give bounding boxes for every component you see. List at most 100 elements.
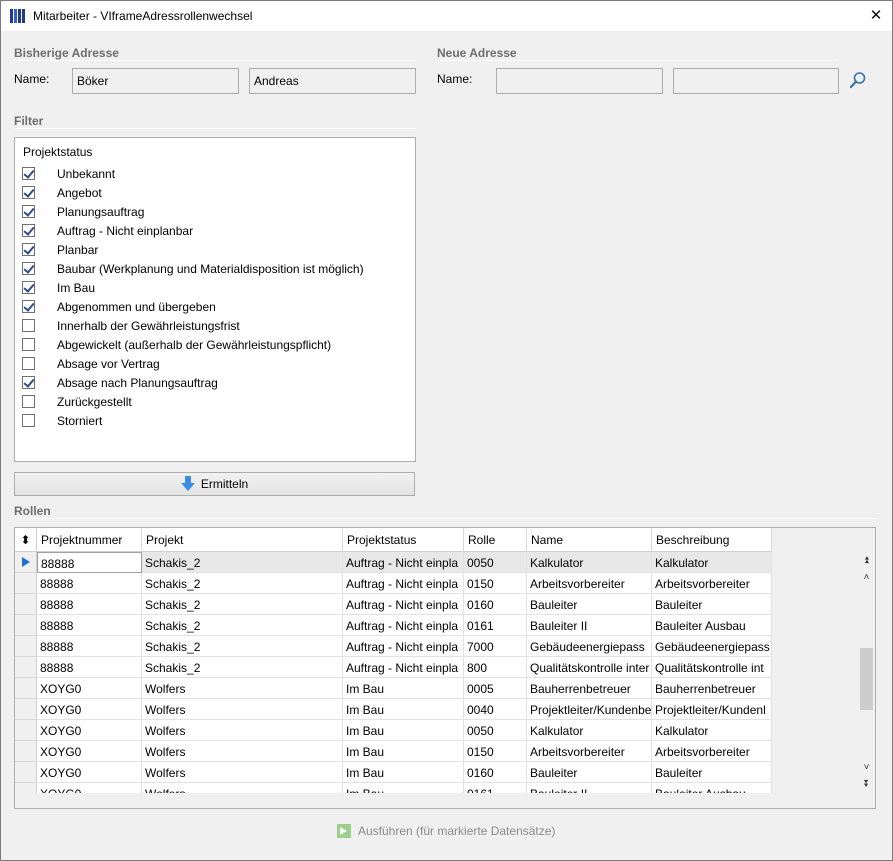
col-projektstatus-cell[interactable]: Im Bau <box>343 762 464 783</box>
col-projektstatus-cell[interactable]: Auftrag - Nicht einpla <box>343 657 464 678</box>
col-name-cell[interactable]: Bauleiter <box>527 594 652 615</box>
row-header[interactable] <box>15 741 37 762</box>
vertical-scrollbar[interactable]: ⏫︎ ˄ ˅ ⏬︎ <box>858 552 875 793</box>
projektstatus-item[interactable]: Baubar (Werkplanung und Materialdisposit… <box>22 259 364 278</box>
scrollbar-thumb[interactable] <box>860 648 873 710</box>
col-rolle-cell[interactable]: 0160 <box>464 762 527 783</box>
col-beschreibung-cell[interactable]: Bauleiter Ausbau <box>652 783 772 793</box>
row-header[interactable] <box>15 699 37 720</box>
col-projektnummer-cell[interactable]: XOYG0 <box>37 699 142 720</box>
col-projekt-cell[interactable]: Schakis_2 <box>142 573 343 594</box>
projektstatus-item[interactable]: Absage nach Planungsauftrag <box>22 373 218 392</box>
projektstatus-item[interactable]: Planbar <box>22 240 98 259</box>
col-rolle-cell[interactable]: 0040 <box>464 699 527 720</box>
scroll-top-icon[interactable]: ⏫︎ <box>858 552 875 569</box>
projektstatus-checkbox[interactable] <box>22 205 35 218</box>
projektstatus-item[interactable]: Angebot <box>22 183 102 202</box>
table-row[interactable]: XOYG0 Wolfers Im Bau 0040 Projektleiter/Kund… <box>15 699 772 720</box>
col-projektstatus-header[interactable]: Projektstatus <box>343 528 464 552</box>
col-projektnummer-cell[interactable]: 88888 <box>37 636 142 657</box>
row-header[interactable] <box>15 657 37 678</box>
col-projekt-cell[interactable]: Schakis_2 <box>142 636 343 657</box>
col-beschreibung-cell[interactable]: Arbeitsvorbereiter <box>652 741 772 762</box>
col-name-cell[interactable]: Gebäudeenergiepass <box>527 636 652 657</box>
projektstatus-checkbox[interactable] <box>22 262 35 275</box>
row-header[interactable] <box>15 678 37 699</box>
table-row[interactable]: 88888 Schakis_2 Auftrag - Nicht einpla 7000… <box>15 636 772 657</box>
col-projektstatus-cell[interactable]: Im Bau <box>343 720 464 741</box>
scroll-down-icon[interactable]: ˅ <box>858 759 875 776</box>
scroll-bottom-icon[interactable]: ⏬︎ <box>858 776 875 793</box>
horizontal-scrollbar[interactable] <box>15 793 875 808</box>
col-beschreibung-cell[interactable]: Qualitätskontrolle int <box>652 657 772 678</box>
table-row[interactable]: 88888 Schakis_2 Auftrag - Nicht einpla 0160… <box>15 594 772 615</box>
col-projektnummer-cell[interactable]: 88888 <box>37 657 142 678</box>
col-projekt-cell[interactable]: Wolfers <box>142 720 343 741</box>
col-projekt-cell[interactable]: Wolfers <box>142 699 343 720</box>
projektstatus-checkbox[interactable] <box>22 167 35 180</box>
projektstatus-item[interactable]: Absage vor Vertrag <box>22 354 160 373</box>
row-header[interactable] <box>15 783 37 793</box>
table-row[interactable]: 88888 Schakis_2 Auftrag - Nicht einpla 0150… <box>15 573 772 594</box>
col-rolle-cell[interactable]: 0150 <box>464 741 527 762</box>
col-rolle-cell[interactable]: 7000 <box>464 636 527 657</box>
col-projektstatus-cell[interactable]: Auftrag - Nicht einpla <box>343 552 464 573</box>
table-row[interactable]: XOYG0 Wolfers Im Bau 0050 Kalkulator Kalkulat… <box>15 720 772 741</box>
table-row[interactable]: 88888 Schakis_2 Auftrag - Nicht einpla 0050… <box>15 552 772 573</box>
col-projektnummer-cell[interactable]: 88888 <box>37 552 142 573</box>
col-name-header[interactable]: Name <box>527 528 652 552</box>
projektstatus-checkbox[interactable] <box>22 357 35 370</box>
row-header[interactable] <box>15 720 37 741</box>
table-row[interactable]: XOYG0 Wolfers Im Bau 0160 Bauleiter Bauleiter <box>15 762 772 783</box>
projektstatus-checkbox[interactable] <box>22 224 35 237</box>
projektstatus-item[interactable]: Unbekannt <box>22 164 115 183</box>
col-projektstatus-cell[interactable]: Im Bau <box>343 741 464 762</box>
col-projektnummer-cell[interactable]: 88888 <box>37 573 142 594</box>
ermitteln-button[interactable]: Ermitteln <box>14 472 415 496</box>
table-row[interactable]: XOYG0WolfersIm Bau0161Bauleiter IIBaulei… <box>15 783 772 793</box>
col-beschreibung-cell[interactable]: Arbeitsvorbereiter <box>652 573 772 594</box>
row-header[interactable] <box>15 594 37 615</box>
projektstatus-checkbox[interactable] <box>22 281 35 294</box>
row-header[interactable] <box>15 636 37 657</box>
roles-grid[interactable]: ⬍ Projektnummer Projekt Projektstatus Rolle… <box>14 527 876 809</box>
projektstatus-checkbox[interactable] <box>22 300 35 313</box>
col-projekt-cell[interactable]: Schakis_2 <box>142 657 343 678</box>
projektstatus-item[interactable]: Abgenommen und übergeben <box>22 297 216 316</box>
col-beschreibung-cell[interactable]: Bauleiter Ausbau <box>652 615 772 636</box>
col-beschreibung-cell[interactable]: Bauherrenbetreuer <box>652 678 772 699</box>
projektstatus-item[interactable]: Abgewickelt (außerhalb der Gewährleistun… <box>22 335 331 354</box>
col-name-cell[interactable]: Kalkulator <box>527 720 652 741</box>
col-projektnummer-cell[interactable]: XOYG0 <box>37 678 142 699</box>
projektstatus-checkbox[interactable] <box>22 414 35 427</box>
col-projekt-cell[interactable]: Wolfers <box>142 741 343 762</box>
col-name-cell[interactable]: Bauleiter II <box>527 783 652 793</box>
projektstatus-item[interactable]: Im Bau <box>22 278 95 297</box>
table-row[interactable]: XOYG0 Wolfers Im Bau 0005 Bauherrenbetreuer B… <box>15 678 772 699</box>
table-row[interactable]: 88888 Schakis_2 Auftrag - Nicht einpla 0161… <box>15 615 772 636</box>
projektstatus-item[interactable]: Auftrag - Nicht einplanbar <box>22 221 193 240</box>
col-rolle-cell[interactable]: 800 <box>464 657 527 678</box>
projektstatus-checkbox[interactable] <box>22 243 35 256</box>
scroll-up-icon[interactable]: ˄ <box>858 569 875 586</box>
col-rolle-cell[interactable]: 0050 <box>464 552 527 573</box>
col-projektstatus-cell[interactable]: Auftrag - Nicht einpla <box>343 573 464 594</box>
sort-icon[interactable]: ⬍ <box>15 528 37 552</box>
col-beschreibung-cell[interactable]: Kalkulator <box>652 552 772 573</box>
col-projekt-cell[interactable]: Wolfers <box>142 762 343 783</box>
col-projektnummer-cell[interactable]: XOYG0 <box>37 741 142 762</box>
col-projektstatus-cell[interactable]: Auftrag - Nicht einpla <box>343 615 464 636</box>
projektstatus-item[interactable]: Planungsauftrag <box>22 202 144 221</box>
projektstatus-item[interactable]: Innerhalb der Gewährleistungsfrist <box>22 316 240 335</box>
col-projektnummer-cell[interactable]: XOYG0 <box>37 783 142 793</box>
col-rolle-cell[interactable]: 0161 <box>464 615 527 636</box>
old-last-name-field[interactable]: Böker <box>72 68 239 94</box>
new-first-name-field[interactable] <box>673 68 839 94</box>
col-name-cell[interactable]: Qualitätskontrolle inter <box>527 657 652 678</box>
execute-button[interactable]: Ausführen (für markierte Datensätze) <box>337 822 555 840</box>
col-projektnummer-cell[interactable]: XOYG0 <box>37 720 142 741</box>
col-rolle-cell[interactable]: 0005 <box>464 678 527 699</box>
col-projekt-cell[interactable]: Schakis_2 <box>142 552 343 573</box>
col-rolle-header[interactable]: Rolle <box>464 528 527 552</box>
col-projekt-header[interactable]: Projekt <box>142 528 343 552</box>
